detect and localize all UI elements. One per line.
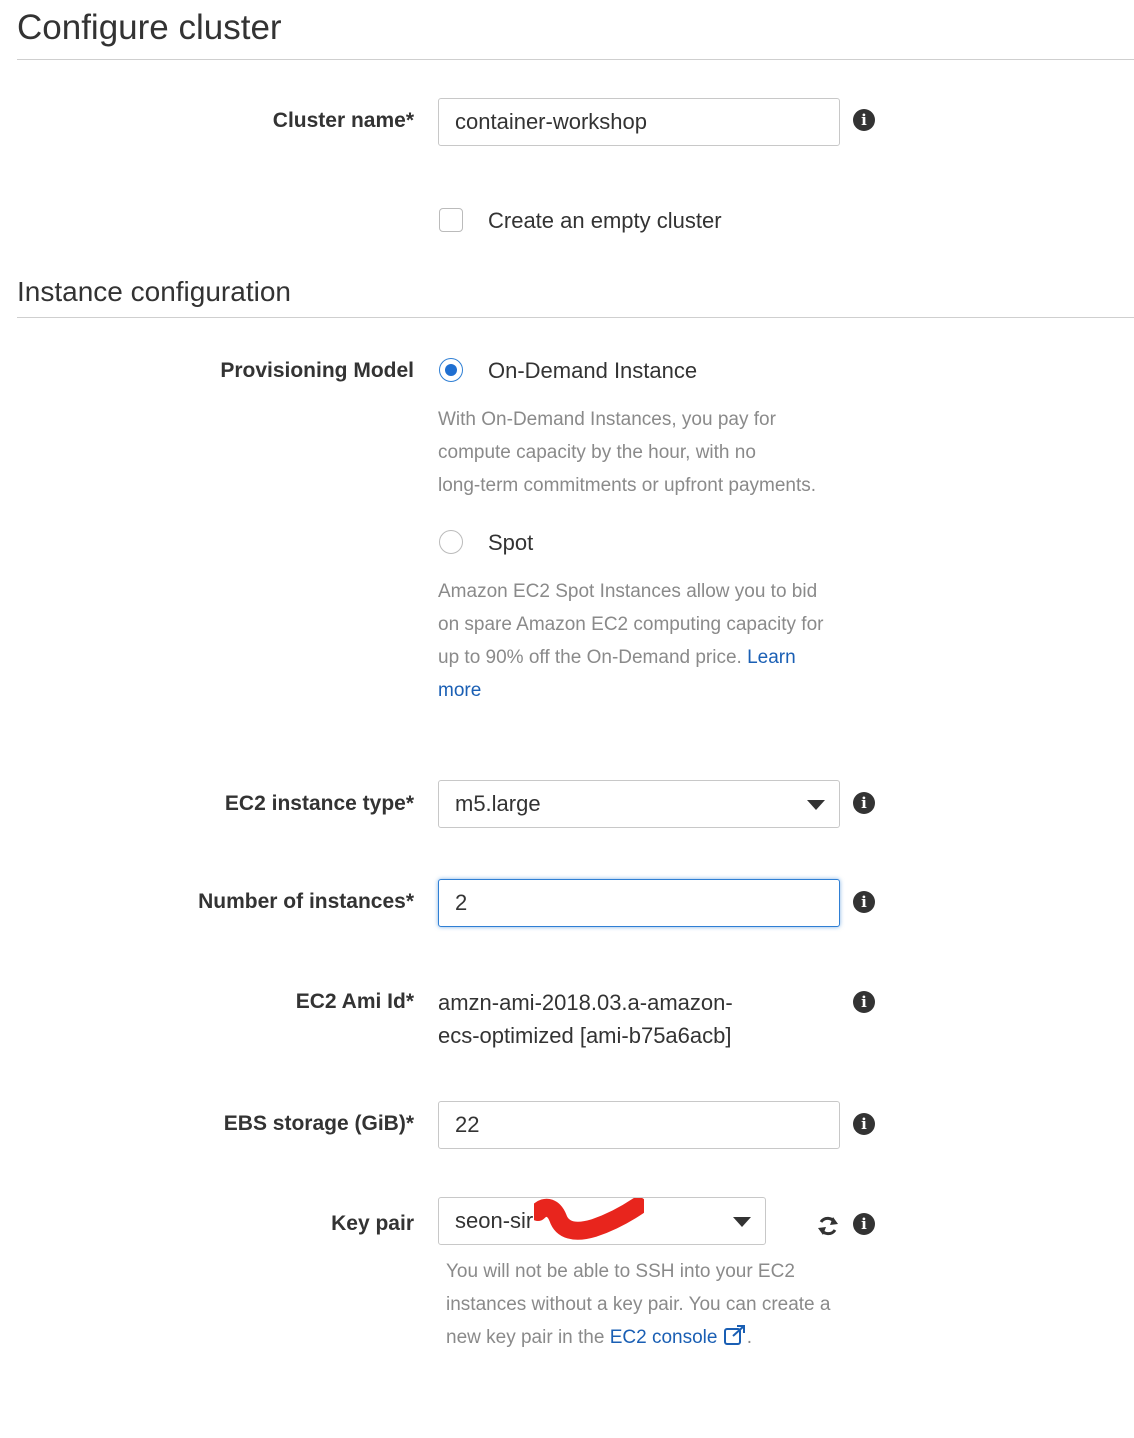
- on-demand-help-line: long-term commitments or upfront payment…: [438, 475, 817, 496]
- empty-cluster-label[interactable]: Create an empty cluster: [488, 208, 722, 234]
- on-demand-radio[interactable]: [439, 358, 463, 382]
- spot-help-line: Amazon EC2 Spot Instances allow you to b…: [438, 581, 818, 602]
- info-icon[interactable]: i: [853, 1113, 875, 1135]
- ami-value-line: amzn-ami-2018.03.a-amazon-: [438, 990, 733, 1015]
- key-pair-label: Key pair: [331, 1212, 414, 1235]
- ami-value-line: ecs-optimized [ami-b75a6acb]: [438, 1023, 732, 1048]
- key-help-text: new key pair in the: [446, 1327, 605, 1348]
- spot-help: Amazon EC2 Spot Instances allow you to b…: [438, 575, 858, 707]
- key-help-period: .: [746, 1327, 752, 1348]
- cluster-name-label: Cluster name*: [272, 109, 414, 132]
- spot-radio[interactable]: [439, 530, 463, 554]
- info-icon[interactable]: i: [853, 991, 875, 1013]
- spot-help-line: on spare Amazon EC2 computing capacity f…: [438, 614, 824, 635]
- ebs-storage-label: EBS storage (GiB)*: [223, 1112, 414, 1135]
- info-icon[interactable]: i: [853, 109, 875, 131]
- on-demand-help-line: With On-Demand Instances, you pay for: [438, 409, 776, 430]
- refresh-icon[interactable]: [816, 1214, 840, 1238]
- key-help-line: new key pair in the EC2 console .: [446, 1321, 866, 1354]
- external-link-icon[interactable]: [723, 1324, 747, 1346]
- instance-type-value: m5.large: [455, 791, 541, 816]
- on-demand-help-line: compute capacity by the hour, with no: [438, 442, 756, 463]
- instance-configuration-title: Instance configuration: [17, 276, 291, 307]
- learn-more-link[interactable]: Learn: [747, 647, 796, 668]
- num-instances-label: Number of instances*: [198, 890, 414, 913]
- key-pair-value: seon-sir: [455, 1208, 534, 1233]
- key-help-line: You will not be able to SSH into your EC…: [446, 1261, 795, 1282]
- ami-label: EC2 Ami Id*: [295, 990, 414, 1013]
- empty-cluster-checkbox[interactable]: [439, 208, 463, 232]
- title-divider: [17, 59, 1134, 60]
- chevron-down-icon: [733, 1217, 751, 1227]
- instance-type-select[interactable]: m5.large: [438, 780, 840, 828]
- chevron-down-icon: [807, 800, 825, 810]
- ebs-storage-input[interactable]: 22: [438, 1101, 840, 1149]
- provisioning-model-label: Provisioning Model: [220, 359, 414, 382]
- ami-value: amzn-ami-2018.03.a-amazon- ecs-optimized…: [438, 986, 733, 1052]
- info-icon[interactable]: i: [853, 1213, 875, 1235]
- info-icon[interactable]: i: [853, 891, 875, 913]
- spot-label[interactable]: Spot: [488, 530, 533, 556]
- page-title: Configure cluster: [17, 8, 282, 47]
- key-pair-help: You will not be able to SSH into your EC…: [446, 1255, 866, 1354]
- instance-configuration-divider: [17, 317, 1134, 318]
- instance-type-label: EC2 instance type*: [224, 792, 414, 815]
- learn-more-link-continued[interactable]: more: [438, 680, 481, 701]
- cluster-name-input[interactable]: container-workshop: [438, 98, 840, 146]
- on-demand-label[interactable]: On-Demand Instance: [488, 358, 697, 384]
- key-help-line: instances without a key pair. You can cr…: [446, 1294, 831, 1315]
- spot-help-line: up to 90% off the On-Demand price. Learn: [438, 641, 858, 674]
- redaction-scribble: [534, 1198, 644, 1240]
- spot-help-text: up to 90% off the On-Demand price.: [438, 647, 742, 668]
- ec2-console-link[interactable]: EC2 console: [610, 1327, 718, 1348]
- on-demand-help: With On-Demand Instances, you pay for co…: [438, 403, 858, 502]
- info-icon[interactable]: i: [853, 792, 875, 814]
- num-instances-input[interactable]: 2: [438, 879, 840, 927]
